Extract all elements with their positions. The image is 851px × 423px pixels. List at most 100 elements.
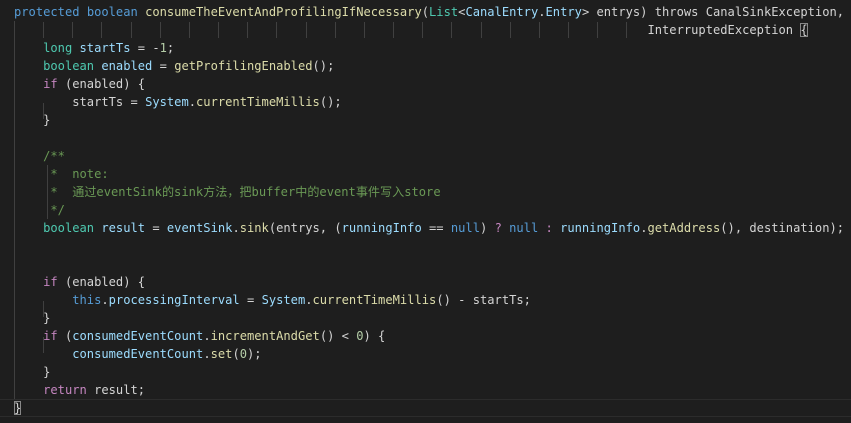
indent-guide [334,22,336,38]
code-token: CanalEntry [465,5,539,19]
code-line[interactable]: InterruptedException { [14,21,808,39]
code-token: * 通过eventSink的sink方法，把buffer中的event事件写入s… [50,185,441,199]
code-line[interactable]: protected boolean consumeTheEventAndProf… [14,3,844,21]
code-line[interactable]: * note: [14,165,108,183]
code-token: (enabled) { [57,77,146,91]
code-token: startTs [79,41,131,55]
code-token: () < [319,329,357,343]
code-token: . [203,329,211,343]
code-token: 1 [159,41,167,55]
code-token: = [145,221,167,235]
code-token: this [72,293,102,307]
code-token: eventSink [166,221,233,235]
code-token: ) { [363,329,386,343]
code-token: ) [480,221,495,235]
code-token: == [421,221,451,235]
code-line[interactable]: this.processingInterval = System.current… [14,291,531,309]
code-token: if [43,275,58,289]
indent-guide [101,22,103,38]
indent-guide [597,22,599,38]
indent-guide [568,22,570,38]
code-token: . [232,221,240,235]
code-token: runningInfo [560,221,641,235]
code-line[interactable]: /** [14,147,65,165]
code-line[interactable]: boolean result = eventSink.sink(entrys, … [14,219,844,237]
indent-guide [247,22,249,38]
code-line[interactable]: boolean enabled = getProfilingEnabled(); [14,57,334,75]
code-token: ? [494,221,502,235]
code-token: . [538,5,546,19]
indent-guide [130,22,132,38]
code-token: . [188,95,197,109]
code-token: consumedEventCount [72,329,204,343]
code-token: InterruptedException [14,23,801,37]
indent-guide [422,22,424,38]
code-line[interactable]: } [14,363,50,381]
code-line[interactable]: } [14,399,22,417]
code-token: protected [14,5,80,19]
indent-guide [72,22,74,38]
code-token: . [203,347,211,361]
code-line[interactable]: return result; [14,381,145,399]
code-token: incrementAndGet [210,329,320,343]
code-line[interactable]: if (enabled) { [14,75,145,93]
code-token: startTs = [14,95,146,109]
code-token: boolean [43,59,95,73]
code-token: if [43,77,58,91]
code-token: . [101,293,109,307]
code-line[interactable]: startTs = System.currentTimeMillis(); [14,93,342,111]
code-token: consumeTheEventAndProfilingIfNecessary [145,5,422,19]
code-token: result [101,221,146,235]
indent-guide [509,22,511,38]
code-token: if [43,329,58,343]
matched-bracket: { [800,23,808,37]
code-line[interactable]: */ [14,201,65,219]
code-token: > entrys) throws CanalSinkException, [581,5,845,19]
code-token: ( [232,347,240,361]
code-token: Entry [545,5,582,19]
indent-guide [480,22,482,38]
code-token: */ [50,203,65,217]
code-token: boolean [43,221,95,235]
code-line[interactable]: } [14,111,50,129]
code-token: ); [247,347,262,361]
code-token: } [14,365,51,379]
code-line[interactable]: if (enabled) { [14,273,145,291]
indent-guide [626,22,628,38]
code-token: (); [312,59,335,73]
code-token: result; [86,383,146,397]
code-token: (); [319,95,342,109]
code-line[interactable]: } [14,309,50,327]
code-token: set [210,347,233,361]
indent-guide [188,22,190,38]
code-token: System [145,95,189,109]
code-token: ; [166,41,175,55]
code-token: List [429,5,459,19]
code-line[interactable]: * 通过eventSink的sink方法，把buffer中的event事件写入s… [14,183,441,201]
code-editor[interactable]: protected boolean consumeTheEventAndProf… [0,0,851,423]
code-token: . [305,293,313,307]
code-line[interactable]: if (consumedEventCount.incrementAndGet()… [14,327,385,345]
code-token: boolean [86,5,138,19]
indent-guide [159,22,161,38]
code-line[interactable]: long startTs = -1; [14,39,174,57]
code-token: = [152,59,175,73]
code-line[interactable]: consumedEventCount.set(0); [14,345,262,363]
code-token: currentTimeMillis [312,293,437,307]
code-token: return [43,383,87,397]
code-token: = [239,293,262,307]
